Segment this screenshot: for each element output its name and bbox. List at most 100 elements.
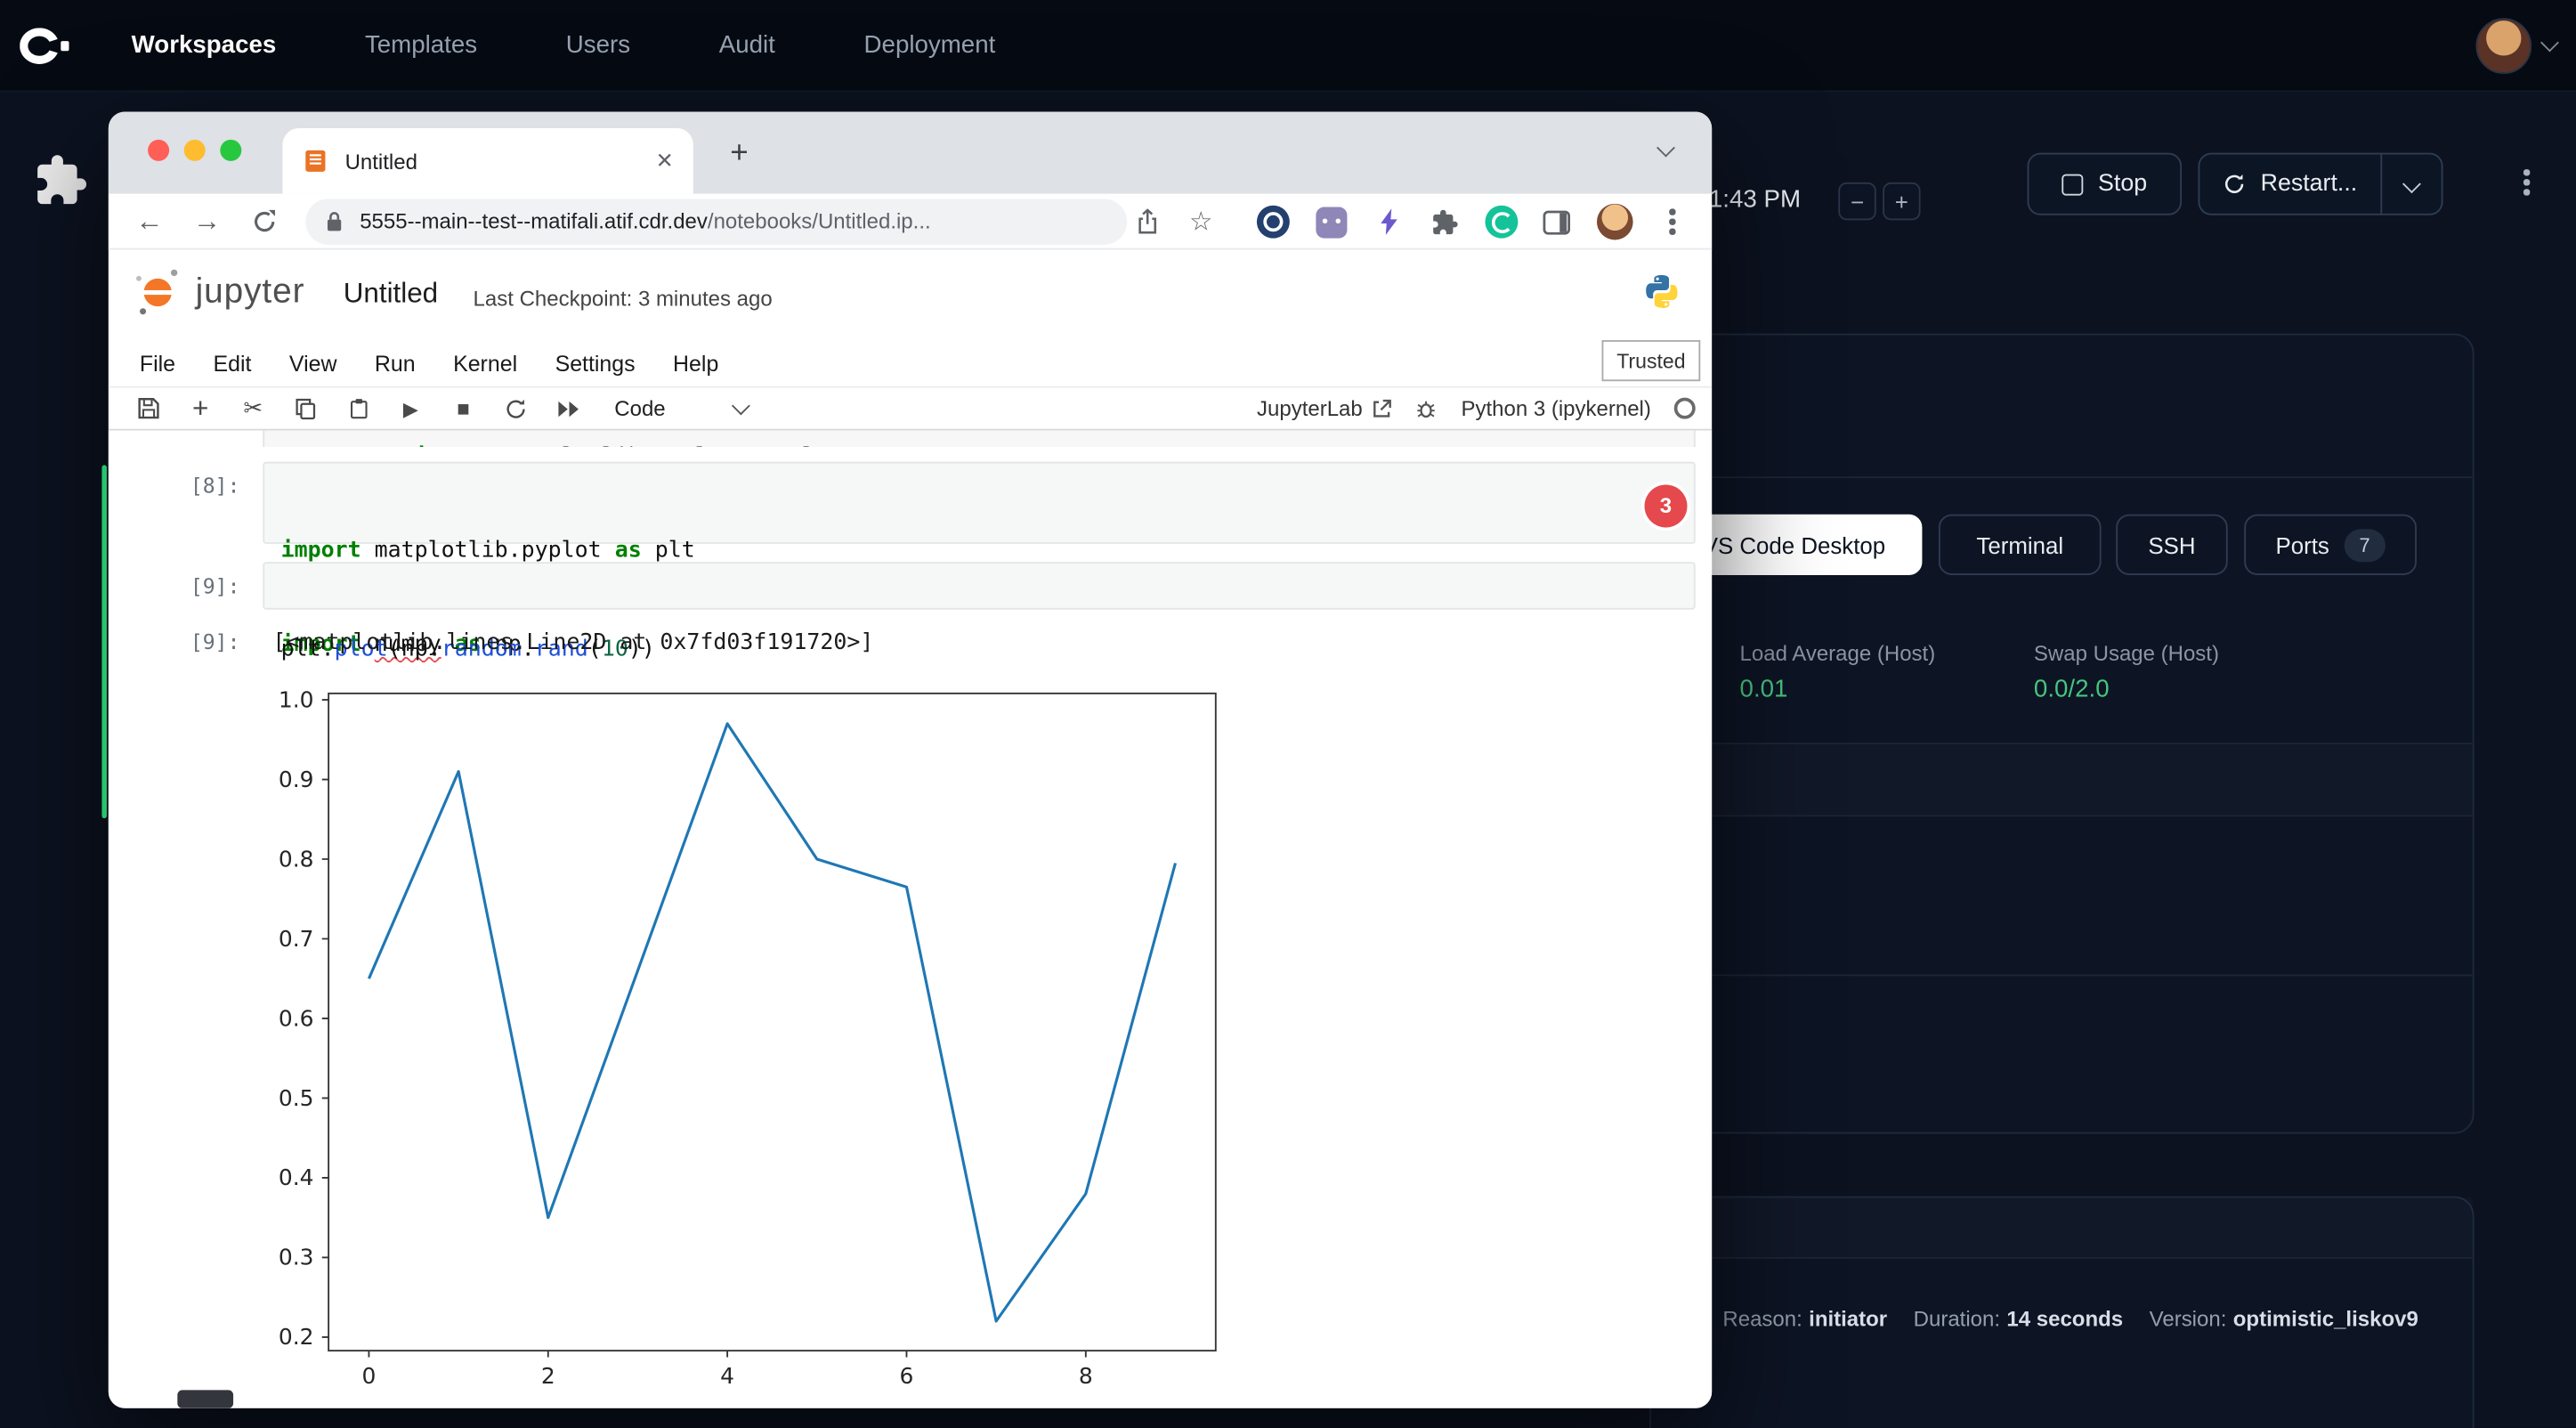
cell-prompt: [8]: [142,474,240,499]
load-average-label: Load Average (Host) [1740,641,1936,666]
maximize-window-button[interactable] [220,140,241,161]
puzzle-icon[interactable] [33,153,89,209]
svg-text:0.7: 0.7 [279,926,314,952]
checkpoint-label: Last Checkpoint: 3 minutes ago [474,286,773,311]
extension-1password-icon[interactable] [1251,194,1297,250]
tab-strip: Untitled ✕ + [109,112,1712,194]
address-bar[interactable]: 5555--main--test--matifali.atif.cdr.dev/… [305,199,1127,245]
zoom-in-button[interactable]: + [1883,183,1920,220]
svg-text:0: 0 [362,1363,377,1389]
open-jupyterlab-link[interactable]: JupyterLab [1257,396,1392,421]
restart-kernel-button[interactable] [490,390,542,426]
restart-icon [2223,173,2246,196]
svg-text:2: 2 [541,1363,555,1389]
code-cell-8[interactable]: import matplotlib.pyplot as plt import n… [263,462,1695,544]
trusted-button[interactable]: Trusted [1602,340,1701,381]
menu-view[interactable]: View [289,352,337,377]
svg-text:8: 8 [1079,1363,1093,1389]
build-meta-row: Reason:initiator Duration:14 seconds Ver… [1649,1306,2418,1331]
menu-help[interactable]: Help [673,352,718,377]
code-token: as [615,538,642,564]
back-button[interactable]: ← [126,194,173,250]
forward-button[interactable]: → [184,194,231,250]
notebook-title[interactable]: Untitled [344,278,438,311]
extension-bolt-icon[interactable] [1365,194,1412,250]
cell-type-label: Code [614,396,665,421]
chevron-down-icon [732,396,750,415]
svg-text:1.0: 1.0 [279,686,314,712]
avatar[interactable] [2475,17,2531,73]
coder-logo[interactable] [16,27,72,63]
cut-cell-button[interactable]: ✂ [227,390,279,426]
extensions-puzzle-icon[interactable] [1421,194,1467,250]
close-tab-icon[interactable]: ✕ [656,148,674,174]
tab-search-chevron-icon[interactable] [1657,139,1675,158]
ports-count-badge: 7 [2344,528,2385,561]
jupyterlab-label: JupyterLab [1257,396,1363,421]
notebook-favicon [303,148,329,174]
terminal-label: Terminal [1976,531,2063,558]
insert-cell-button[interactable]: + [174,390,227,426]
status-bubble [177,1390,233,1408]
svg-text:0.6: 0.6 [279,1005,314,1031]
bookmark-star-icon[interactable]: ☆ [1178,194,1224,250]
kernel-name[interactable]: Python 3 (ipykernel) [1461,396,1650,421]
cell-type-dropdown[interactable]: Code [614,396,748,421]
clipped-cell: import matplotlib.pyplot as plt [263,431,1695,447]
browser-tab[interactable]: Untitled ✕ [282,128,693,194]
nav-item-templates[interactable]: Templates [365,31,477,59]
ssh-label: SSH [2148,531,2195,558]
nav-item-deployment[interactable]: Deployment [864,31,996,59]
divider [1649,974,2475,976]
nav-item-users[interactable]: Users [566,31,630,59]
ports-button[interactable]: Ports 7 [2244,515,2417,575]
new-tab-button[interactable]: + [719,134,758,174]
stop-label: Stop [2098,171,2147,198]
nav-item-workspaces[interactable]: Workspaces [132,31,277,59]
divider [1649,742,2475,744]
code-token: import [281,538,361,564]
debugger-icon[interactable] [1415,397,1438,420]
jupyter-wordmark: jupyter [196,272,305,312]
stop-workspace-button[interactable]: Stop [2028,153,2182,215]
browser-menu-icon[interactable] [1649,194,1696,250]
reload-button[interactable] [241,194,288,250]
menu-file[interactable]: File [140,352,175,377]
side-panel-icon[interactable] [1533,194,1579,250]
close-window-button[interactable] [148,140,169,161]
terminal-button[interactable]: Terminal [1939,515,2102,575]
run-all-button[interactable] [542,390,595,426]
restart-workspace-button[interactable]: Restart... [2198,153,2442,215]
minimize-window-button[interactable] [184,140,206,161]
restart-menu-button[interactable] [2380,154,2441,213]
workspace-panel [1649,334,2475,1134]
divider [1649,815,2475,816]
menu-run[interactable]: Run [375,352,416,377]
url-path: /notebooks/Untitled.ip... [708,208,931,233]
chevron-down-icon [2402,174,2421,193]
user-menu[interactable] [2475,17,2556,73]
stop-icon [2062,174,2083,195]
nav-item-audit[interactable]: Audit [719,31,775,59]
output-prompt: [9]: [142,629,240,654]
ssh-button[interactable]: SSH [2116,515,2228,575]
paste-cell-button[interactable] [332,390,385,426]
jupyter-toolbar: + ✂ ▶ ■ Code JupyterLab [109,388,1712,431]
extension-mask-icon[interactable] [1308,194,1354,250]
code-cell-9[interactable]: plt.plot(np.random.rand(10)) [263,562,1695,610]
kernel-status-icon [1674,398,1696,419]
menu-kernel[interactable]: Kernel [453,352,517,377]
zoom-out-button[interactable]: − [1838,183,1875,220]
profile-avatar[interactable] [1592,194,1638,250]
notification-badge: 3 [1645,484,1688,527]
save-button[interactable] [122,390,174,426]
extension-grammarly-icon[interactable] [1478,194,1525,250]
workspace-overflow-menu[interactable] [2510,163,2543,202]
load-average-value: 0.01 [1740,676,1788,703]
menu-settings[interactable]: Settings [555,352,636,377]
share-icon[interactable] [1123,194,1170,250]
copy-cell-button[interactable] [279,390,332,426]
interrupt-kernel-button[interactable]: ■ [437,390,490,426]
menu-edit[interactable]: Edit [214,352,252,377]
run-cell-button[interactable]: ▶ [385,390,437,426]
